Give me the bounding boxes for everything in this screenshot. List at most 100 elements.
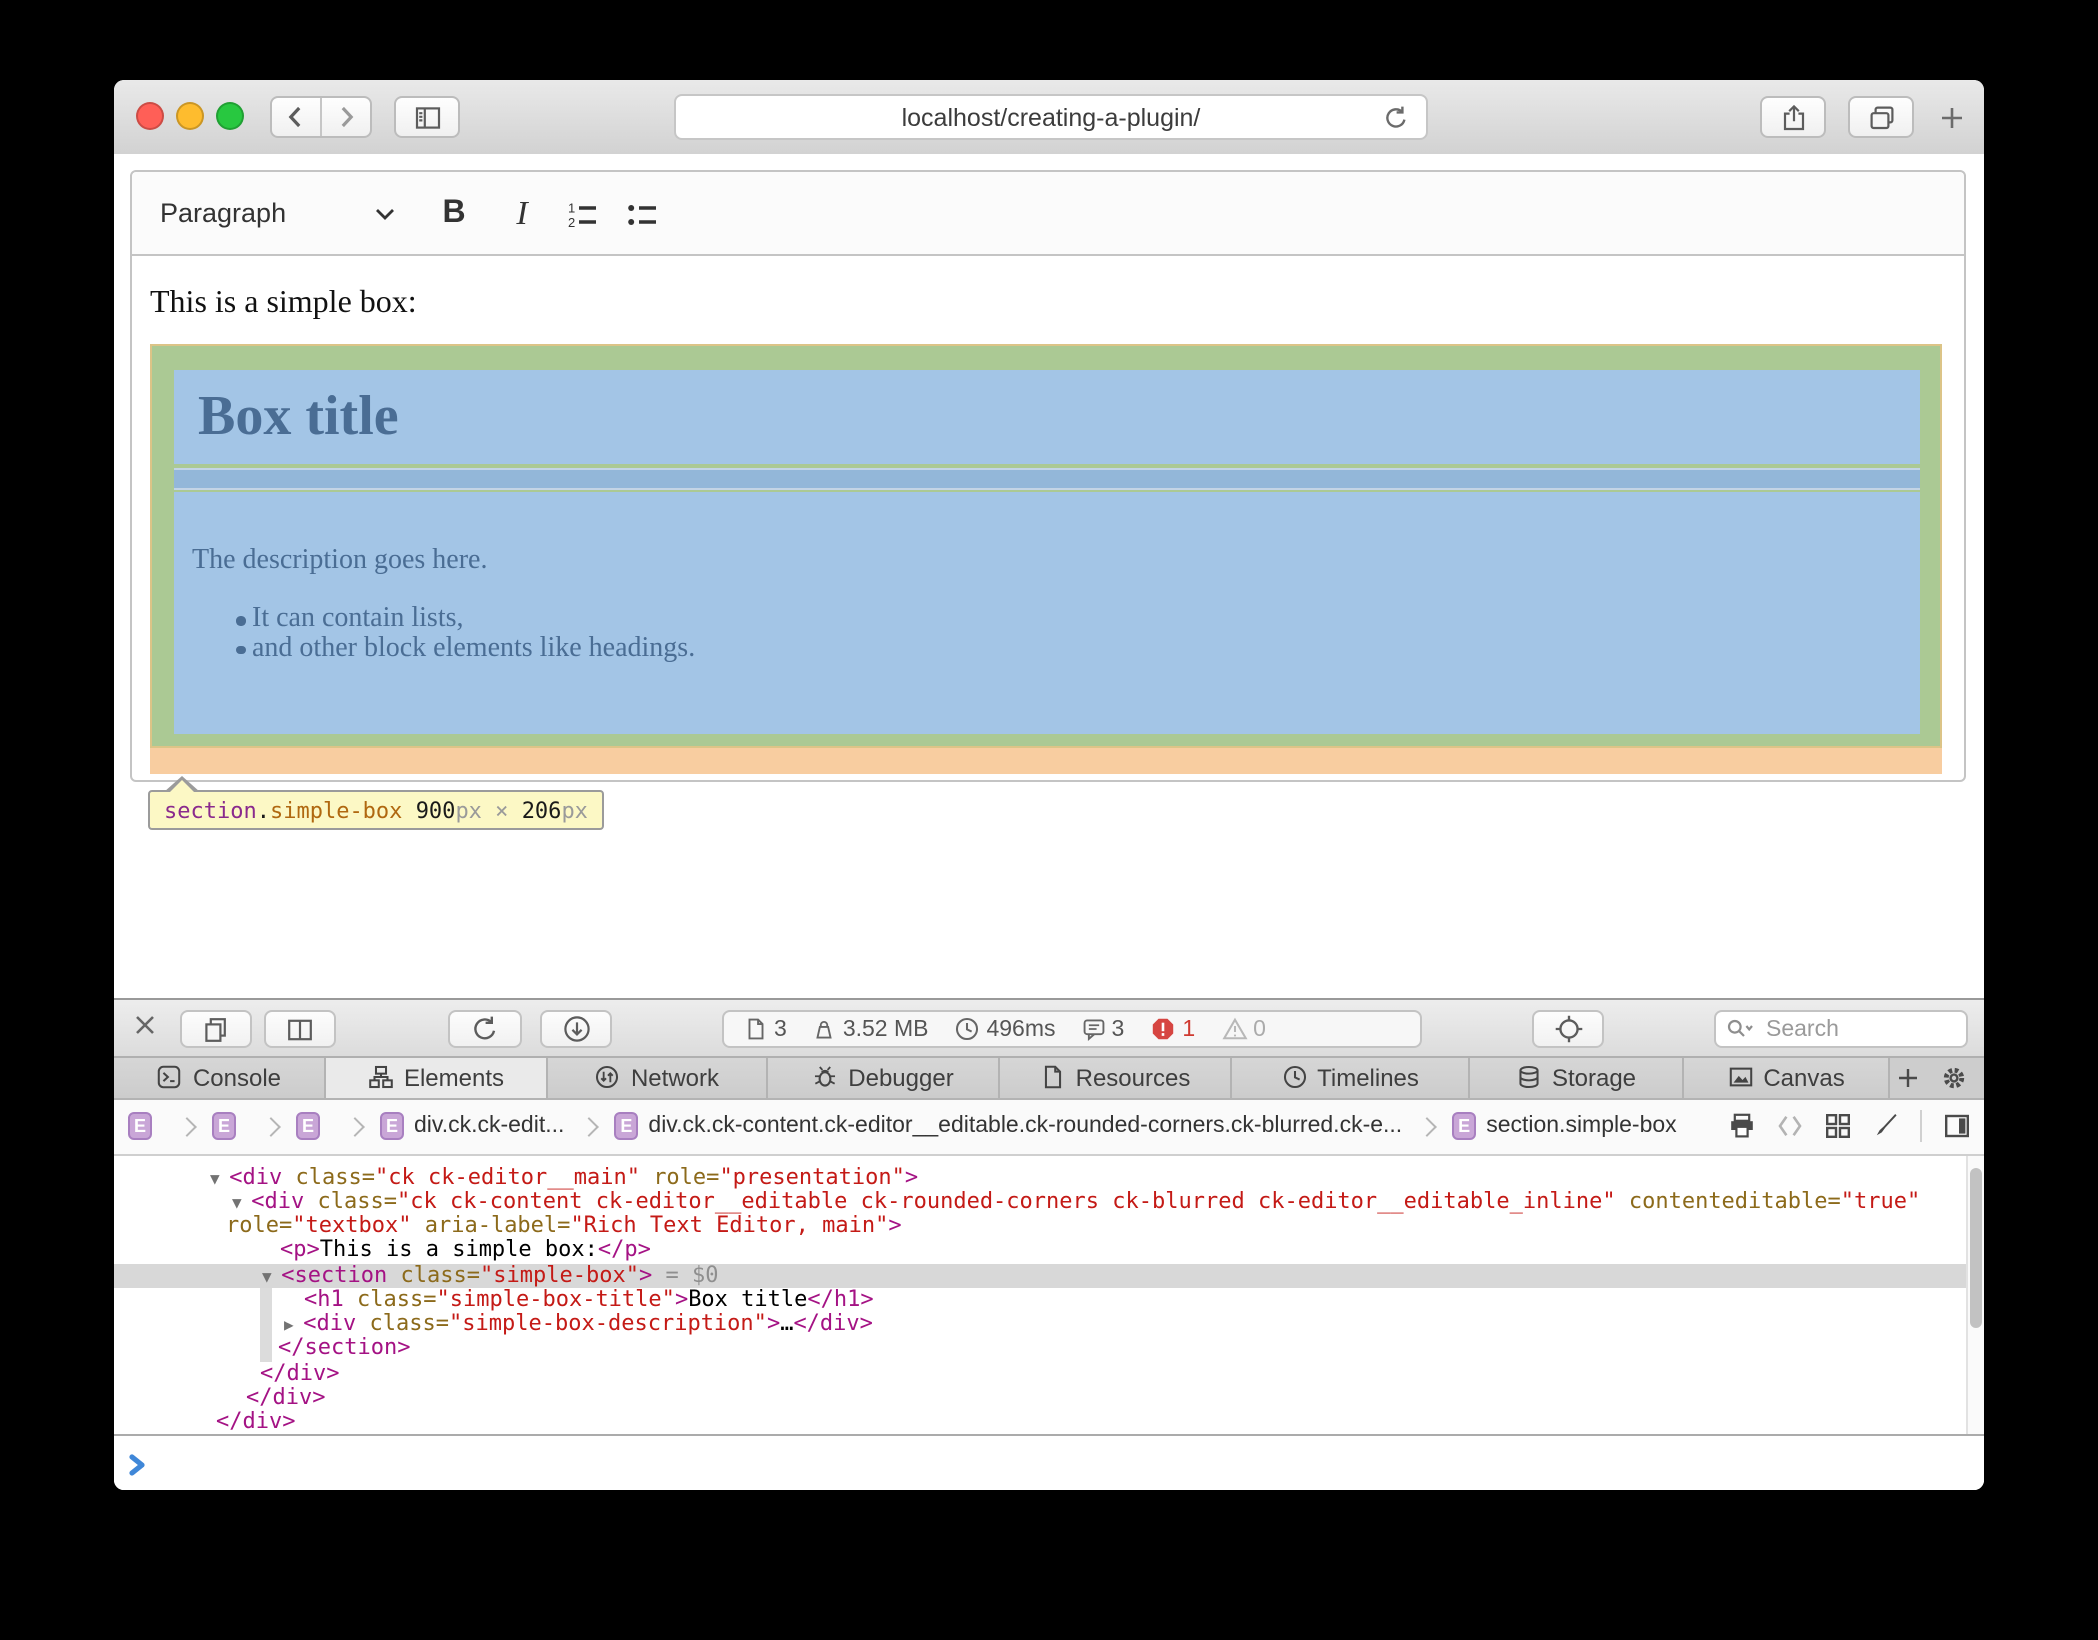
breadcrumb-item[interactable]: E [296,1112,330,1140]
document-icon [744,1016,768,1042]
transfer-size-stat: 3.52 MB [813,1016,929,1042]
tab-label: Debugger [848,1064,953,1092]
chevron-right-icon [345,1116,365,1136]
bug-icon [812,1065,838,1091]
code-brackets-icon[interactable] [1776,1112,1804,1140]
tab-resources[interactable]: Resources [1000,1058,1232,1097]
dom-tree-row[interactable]: ▼ <div class="ck ck-editor__main" role="… [114,1165,1984,1190]
scrollbar[interactable] [1966,1155,1984,1433]
dom-tree-row[interactable]: </div> [114,1361,1984,1386]
box-description[interactable]: The description goes here. [192,546,487,578]
simple-box-highlight[interactable]: Box title The description goes here. It … [150,344,1942,748]
numbered-list-button[interactable]: 12 [552,185,612,241]
dom-tree-row[interactable]: </div> [114,1410,1984,1433]
tab-label: Canvas [1763,1064,1844,1092]
dom-tree-row[interactable]: <p>This is a simple box:</p> [114,1239,1984,1264]
print-icon[interactable] [1728,1112,1756,1140]
editor-content[interactable]: This is a simple box: Box title The desc… [132,256,1964,782]
details-sidebar-icon[interactable] [1942,1112,1972,1140]
dom-tree-row[interactable]: </section> [114,1337,1984,1362]
split-pane-icon [286,1015,314,1043]
new-tab-button[interactable] [1930,96,1974,138]
console-messages-count: 3 [1112,1017,1125,1041]
dom-tree-row[interactable]: </div> [114,1386,1984,1411]
dom-tree-panel[interactable]: ▼ <div class="ck ck-editor__main" role="… [114,1155,1984,1433]
tab-label: Storage [1552,1064,1636,1092]
resources-count: 3 [774,1017,787,1041]
back-button[interactable] [272,98,320,136]
inspector-search-field[interactable] [1714,1010,1968,1048]
dom-tree-row[interactable]: ▼ <div class="ck ck-content ck-editor__e… [114,1190,1984,1215]
breadcrumb-item[interactable]: Ediv.ck.ck-edit... [380,1112,564,1140]
breadcrumb-item[interactable]: Ediv.ck.ck-content.ck-editor__editable.c… [614,1112,1402,1140]
split-view-button[interactable] [264,1010,336,1048]
console-prompt-row[interactable] [114,1433,1984,1490]
console-messages-stat: 3 [1082,1016,1125,1042]
transfer-size: 3.52 MB [843,1017,929,1041]
document-icon [1040,1065,1066,1091]
element-picker-button[interactable] [1532,1010,1604,1048]
screenshot-stage: localhost/creating-a-plugin/ Paragraph B… [0,0,2098,1640]
download-icon [561,1014,591,1044]
dom-tree-row-selected[interactable]: ▼ <section class="simple-box"> = $0 [114,1263,1984,1288]
forward-button[interactable] [320,98,370,136]
resource-stats-bar[interactable]: 3 3.52 MB 496ms 3 1 [722,1010,1422,1048]
tab-overview-button[interactable] [1848,96,1914,138]
chevron-right-icon [334,104,358,130]
box-title-content-highlight [173,369,1919,464]
add-tab-button[interactable] [1896,1066,1920,1090]
bold-button[interactable]: B [424,185,484,241]
chevron-right-icon [261,1116,281,1136]
element-breadcrumbs: E E E Ediv.ck.ck-edit... Ediv.ck.ck-cont… [114,1099,1984,1155]
minimize-window-button[interactable] [176,102,204,130]
reload-icon[interactable] [1382,104,1410,132]
tab-elements[interactable]: Elements [326,1058,548,1097]
bulleted-list-button[interactable] [612,185,672,241]
gear-icon[interactable] [1940,1064,1968,1092]
breadcrumb-item[interactable]: E [212,1112,246,1140]
reload-page-button[interactable] [448,1010,522,1048]
nav-button-group [270,96,372,138]
dom-tree-row[interactable]: role="textbox" aria-label="Rich Text Edi… [114,1214,1984,1239]
close-inspector-button[interactable] [132,1012,158,1038]
error-octagon-icon [1150,1016,1176,1042]
element-badge: E [1452,1112,1476,1140]
tab-canvas[interactable]: Canvas [1684,1058,1890,1097]
tab-bar-extras [1890,1058,1984,1097]
tab-network[interactable]: Network [548,1058,768,1097]
download-webarchive-button[interactable] [540,1010,612,1048]
breadcrumb-item[interactable]: E [128,1112,162,1140]
list-item[interactable]: and other block elements like headings. [152,635,1940,664]
breadcrumb-action-icons [1728,1099,1972,1153]
address-bar[interactable]: localhost/creating-a-plugin/ [674,94,1428,140]
tab-console[interactable]: Console [114,1058,326,1097]
box-bullet-list[interactable]: It can contain lists, and other block el… [152,606,1940,664]
clock-icon [954,1016,980,1042]
element-badge: E [128,1112,152,1140]
breadcrumb-item-selected[interactable]: Esection.simple-box [1452,1112,1676,1140]
zoom-window-button[interactable] [216,102,244,130]
url-text: localhost/creating-a-plugin/ [902,103,1201,131]
warning-count: 0 [1253,1017,1266,1041]
inspector-tab-bar: Console Elements Network Debugger Resour… [114,1058,1984,1099]
box-title[interactable]: Box title [198,386,399,450]
intro-paragraph[interactable]: This is a simple box: [150,286,417,322]
tab-timelines[interactable]: Timelines [1232,1058,1470,1097]
scrollbar-thumb[interactable] [1970,1167,1982,1327]
tab-debugger[interactable]: Debugger [768,1058,1000,1097]
paintbrush-icon[interactable] [1872,1112,1900,1140]
page-viewport: Paragraph B I 12 This is a simple box: [114,154,1984,998]
dom-tree-row[interactable]: ▶ <div class="simple-box-description">…<… [114,1312,1984,1337]
italic-button[interactable]: I [492,185,552,241]
search-input[interactable] [1762,1015,1946,1043]
dock-side-button[interactable] [180,1010,252,1048]
tab-storage[interactable]: Storage [1470,1058,1684,1097]
close-window-button[interactable] [136,102,164,130]
sidebar-toggle-button[interactable] [394,96,460,138]
paragraph-style-dropdown[interactable]: Paragraph [160,198,396,228]
share-button[interactable] [1760,96,1826,138]
grid-icon[interactable] [1824,1112,1852,1140]
list-item[interactable]: It can contain lists, [152,606,1940,635]
dom-tree-row[interactable]: <h1 class="simple-box-title">Box title</… [114,1288,1984,1313]
box-title-margin-highlight [173,467,1919,489]
